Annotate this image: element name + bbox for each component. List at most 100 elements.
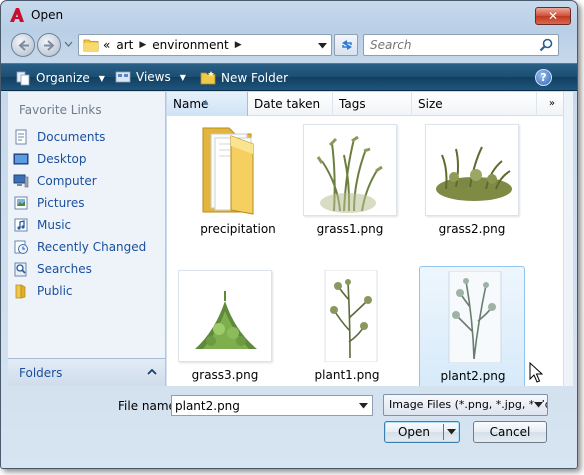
favorite-link-label: Desktop: [37, 152, 87, 166]
organize-dropdown-icon: ▼: [98, 73, 105, 83]
file-name-label: grass3.png: [191, 368, 259, 382]
file-name-dropdown-icon[interactable]: [359, 403, 368, 409]
favorite-link-desktop[interactable]: Desktop: [13, 148, 146, 170]
breadcrumb-separator-icon[interactable]: ▶: [235, 40, 242, 50]
plant1-thumbnail-image: [324, 269, 378, 363]
public-folder-icon: [15, 284, 26, 299]
music-icon: [14, 218, 28, 232]
file-item-grass2[interactable]: grass2.png: [419, 120, 525, 244]
new-folder-label: New Folder: [221, 71, 289, 85]
image-thumbnail: [425, 124, 519, 216]
back-button[interactable]: [11, 33, 35, 57]
cancel-button[interactable]: Cancel: [473, 421, 547, 443]
file-name-label: grass1.png: [316, 222, 384, 236]
file-type-dropdown-icon: [533, 402, 544, 408]
new-folder-icon: [200, 71, 216, 85]
plant2-thumbnail-image: [448, 270, 502, 364]
more-columns-icon[interactable]: »: [549, 98, 555, 109]
new-folder-button[interactable]: New Folder: [200, 70, 288, 86]
grass1-thumbnail-image: [316, 135, 383, 213]
folder-icon: [83, 39, 99, 52]
column-name[interactable]: ▲ Name: [167, 92, 248, 116]
file-type-select[interactable]: Image Files (*.png, *.jpg, *.dds: [383, 394, 548, 416]
recent-pages-dropdown-icon[interactable]: [64, 41, 73, 47]
computer-icon: [13, 174, 29, 188]
file-name-field[interactable]: [175, 398, 345, 413]
file-name-label: plant2.png: [440, 369, 506, 383]
file-item-plant2[interactable]: plant2.png: [419, 266, 525, 386]
breadcrumb-overflow[interactable]: «: [103, 38, 110, 52]
mouse-pointer-icon: [529, 362, 543, 383]
close-button[interactable]: ✕: [535, 7, 571, 25]
open-dialog: Open ✕ « art ▶ environment ▶ Search Orga…: [0, 0, 578, 469]
views-menu-button[interactable]: Views ▼: [115, 70, 186, 84]
search-input[interactable]: [368, 37, 528, 53]
pictures-icon: [14, 196, 28, 210]
file-type-value: Image Files (*.png, *.jpg, *.dds: [389, 398, 548, 411]
favorite-link-computer[interactable]: Computer: [13, 170, 146, 192]
search-box[interactable]: [363, 34, 559, 56]
organize-icon: [16, 71, 30, 86]
close-icon: ✕: [547, 9, 559, 23]
file-item-plant1[interactable]: plant1.png: [294, 266, 400, 386]
favorite-link-recently-changed[interactable]: Recently Changed: [13, 236, 146, 258]
breadcrumb-separator-icon[interactable]: ▶: [139, 40, 146, 50]
file-name-label: precipitation: [200, 222, 276, 236]
column-tags-label: Tags: [339, 97, 366, 111]
searches-icon: [14, 262, 27, 277]
autodesk-app-icon: [10, 8, 24, 22]
refresh-button[interactable]: [334, 34, 358, 56]
image-thumbnail: [178, 270, 272, 362]
favorite-link-label: Documents: [37, 130, 106, 144]
file-item-grass3[interactable]: grass3.png: [172, 266, 278, 386]
folders-label: Folders: [19, 366, 63, 380]
address-dropdown-icon[interactable]: [318, 43, 327, 49]
forward-arrow-icon: [44, 40, 55, 51]
image-thumbnail: [303, 124, 397, 216]
search-icon[interactable]: [539, 38, 553, 52]
open-options-dropdown-icon[interactable]: [447, 429, 456, 435]
grass2-thumbnail-image: [436, 146, 512, 201]
help-icon[interactable]: ?: [535, 69, 552, 86]
forward-button[interactable]: [37, 33, 61, 57]
views-icon: [115, 71, 131, 83]
large-folder-icon: [202, 127, 254, 215]
column-tags[interactable]: Tags: [333, 92, 412, 116]
column-date-taken-label: Date taken: [254, 97, 321, 111]
column-size-label: Size: [418, 97, 443, 111]
column-date-taken[interactable]: Date taken: [248, 92, 333, 116]
grass3-thumbnail-image: [195, 291, 257, 349]
documents-icon: [15, 129, 27, 145]
navigation-pane: Favorite Links Documents Desktop Compute…: [8, 92, 166, 385]
folders-toggle[interactable]: Folders: [8, 358, 166, 386]
organize-menu-button[interactable]: Organize ▼: [15, 70, 105, 86]
image-thumbnail: [300, 269, 394, 363]
column-size[interactable]: Size: [412, 92, 537, 116]
open-button[interactable]: Open: [384, 421, 460, 443]
organize-label: Organize: [36, 71, 90, 85]
breadcrumb-item-art[interactable]: art: [116, 38, 133, 52]
sort-ascending-icon: ▲: [203, 98, 209, 106]
favorite-link-label: Computer: [37, 174, 97, 188]
favorite-link-documents[interactable]: Documents: [13, 126, 146, 148]
file-name-label: plant1.png: [314, 368, 380, 382]
favorite-links-heading: Favorite Links: [19, 103, 102, 117]
vertical-scrollbar[interactable]: [563, 92, 573, 386]
favorite-link-searches[interactable]: Searches: [13, 258, 146, 280]
file-name-combobox[interactable]: [171, 395, 373, 416]
breadcrumb-item-environment[interactable]: environment: [152, 38, 228, 52]
favorite-link-music[interactable]: Music: [13, 214, 146, 236]
recently-changed-icon: [14, 240, 28, 254]
file-item-grass1[interactable]: grass1.png: [297, 120, 403, 244]
open-button-divider: [443, 424, 444, 440]
favorite-link-label: Pictures: [37, 196, 85, 210]
window-title: Open: [31, 8, 64, 22]
favorite-link-public[interactable]: Public: [13, 280, 146, 302]
address-bar[interactable]: « art ▶ environment ▶: [78, 34, 332, 56]
folder-thumbnail: [191, 124, 285, 216]
file-list-view[interactable]: ▲ Name Date taken Tags Size » precipitat…: [167, 92, 563, 386]
favorite-links-list: Documents Desktop Computer Pictures Musi…: [13, 126, 146, 302]
favorite-link-pictures[interactable]: Pictures: [13, 192, 146, 214]
views-label: Views: [136, 70, 171, 84]
file-item-precipitation[interactable]: precipitation: [185, 120, 291, 244]
